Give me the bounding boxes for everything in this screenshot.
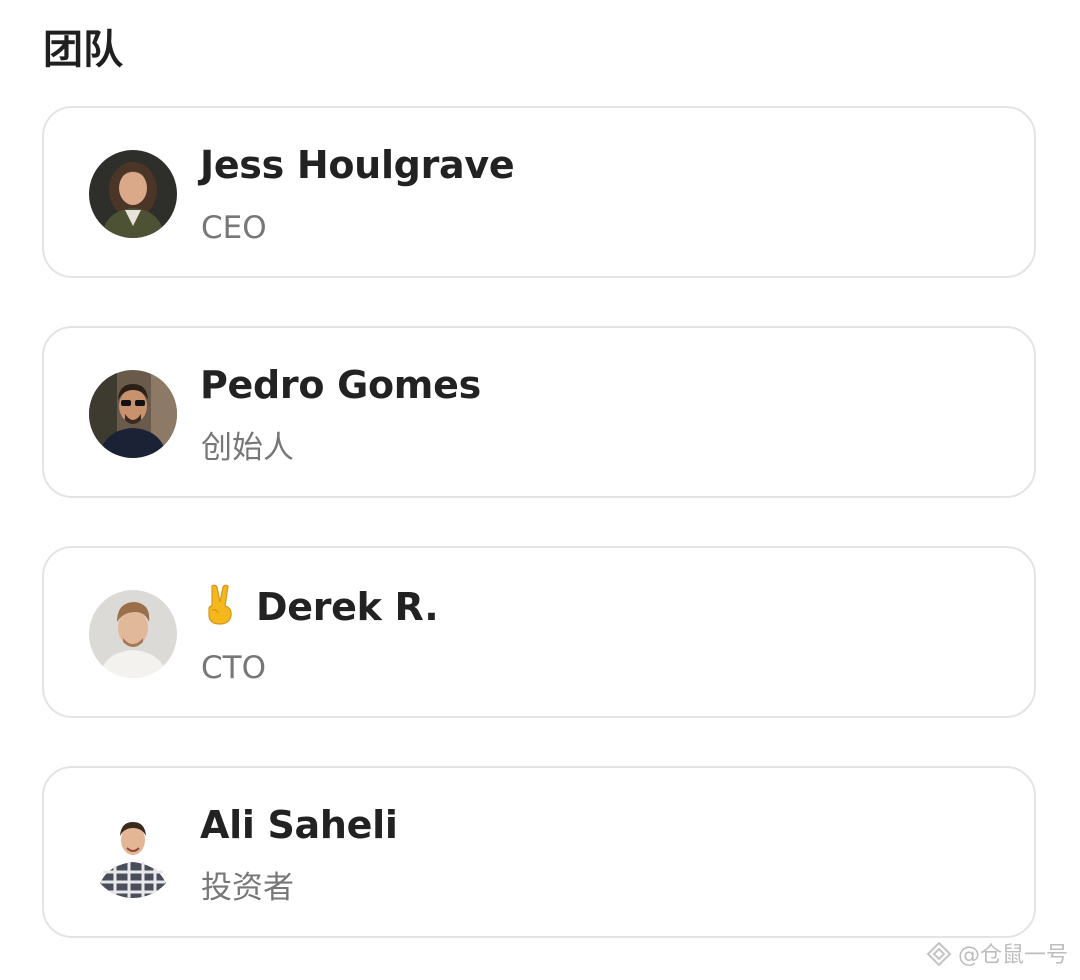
member-role: CTO: [201, 650, 266, 686]
wechat-channel-logo-icon: [926, 941, 952, 967]
avatar: [89, 150, 177, 238]
person-man-plaid-shirt-avatar-icon: [89, 810, 177, 898]
person-man-sunglasses-avatar-icon: [89, 370, 177, 458]
team-member-card[interactable]: Pedro Gomes 创始人: [42, 326, 1036, 498]
team-member-card[interactable]: Jess Houlgrave CEO: [42, 106, 1036, 278]
avatar: [89, 810, 177, 898]
victory-hand-emoji-icon: [200, 582, 240, 626]
member-role: 创始人: [201, 430, 294, 466]
member-name: Derek R.: [200, 582, 439, 630]
section-title: 团队: [43, 27, 123, 73]
team-member-card[interactable]: Ali Saheli 投资者: [42, 766, 1036, 938]
watermark: @仓鼠一号: [926, 941, 1068, 970]
avatar: [89, 370, 177, 458]
member-name: Pedro Gomes: [200, 363, 481, 407]
person-man-avatar-icon: [89, 590, 177, 678]
person-woman-avatar-icon: [89, 150, 177, 238]
team-member-card[interactable]: Derek R. CTO: [42, 546, 1036, 718]
member-name-text: Derek R.: [256, 585, 439, 629]
member-role: CEO: [201, 210, 267, 246]
member-name: Jess Houlgrave: [200, 143, 515, 187]
watermark-text: @仓鼠一号: [957, 943, 1068, 968]
avatar: [89, 590, 177, 678]
member-name: Ali Saheli: [200, 803, 398, 847]
member-role: 投资者: [201, 870, 294, 906]
